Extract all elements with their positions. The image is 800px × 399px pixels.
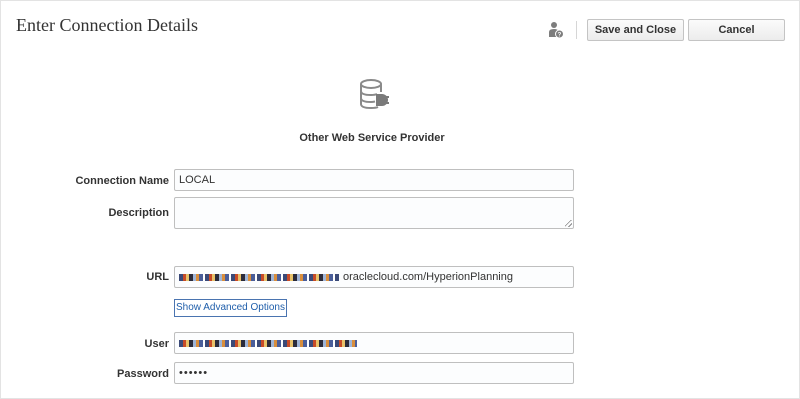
connection-name-label: Connection Name — [75, 175, 169, 187]
user-help-icon[interactable]: ? — [548, 21, 564, 39]
resize-grip[interactable] — [565, 220, 572, 227]
connection-name-input[interactable]: LOCAL — [174, 169, 574, 191]
cancel-button[interactable]: Cancel — [688, 19, 785, 41]
show-advanced-options-link[interactable]: Show Advanced Options — [174, 299, 287, 317]
description-textarea[interactable] — [174, 197, 574, 229]
url-input[interactable]: oraclecloud.com/HyperionPlanning — [174, 266, 574, 288]
user-label: User — [144, 338, 169, 350]
url-visible-text: oraclecloud.com/HyperionPlanning — [343, 271, 513, 283]
url-label: URL — [146, 271, 169, 283]
password-label: Password — [117, 368, 169, 380]
save-and-close-button[interactable]: Save and Close — [587, 19, 684, 41]
description-label: Description — [108, 207, 169, 219]
redacted-text — [179, 339, 357, 347]
database-plug-icon — [360, 79, 389, 110]
page-title: Enter Connection Details — [16, 15, 198, 35]
redacted-text — [179, 273, 339, 281]
user-input[interactable] — [174, 332, 574, 354]
provider-name: Other Web Service Provider — [299, 132, 445, 144]
password-input[interactable]: •••••• — [174, 362, 574, 384]
svg-text:?: ? — [558, 32, 562, 38]
toolbar-separator — [576, 21, 577, 39]
